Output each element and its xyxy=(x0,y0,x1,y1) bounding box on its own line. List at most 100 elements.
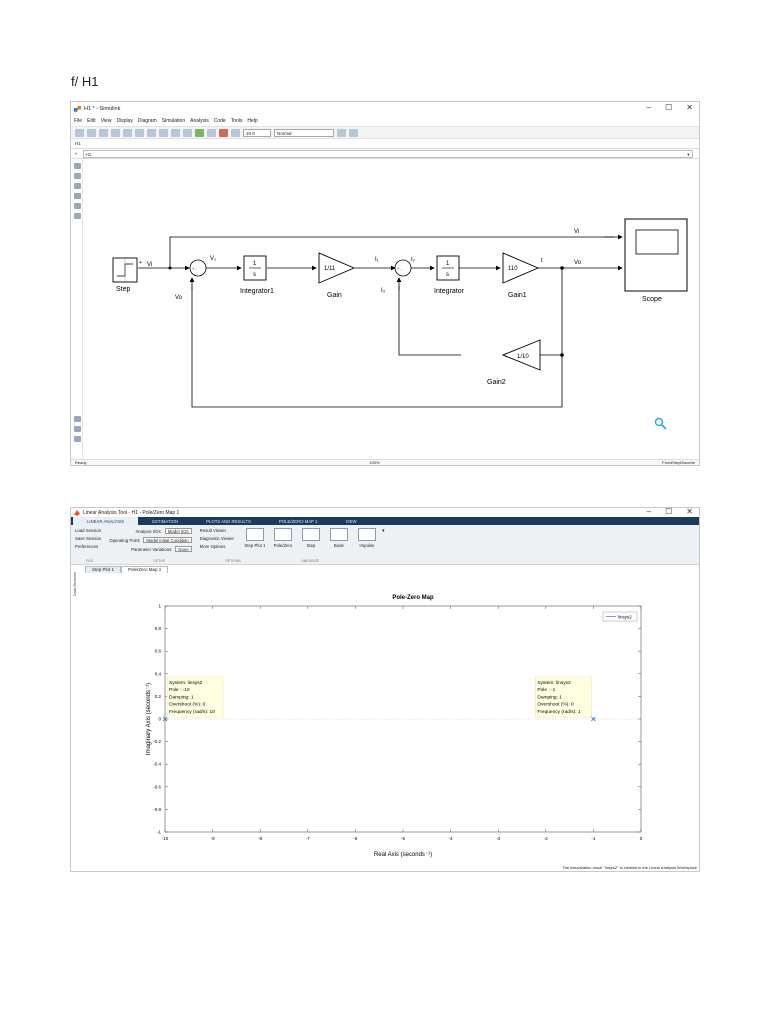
operating-point-select[interactable]: Model Initial Condition xyxy=(143,537,192,543)
step-block[interactable] xyxy=(112,257,138,283)
window-controls: – ☐ ✕ xyxy=(647,103,693,112)
forward-icon[interactable] xyxy=(123,128,132,137)
param-var-select[interactable]: None xyxy=(175,546,192,552)
y-tick-label: 0.8 xyxy=(155,626,162,631)
screenshot-icon[interactable] xyxy=(74,416,81,422)
signal-i1: I₁ xyxy=(375,257,379,263)
step-plot-1-button[interactable]: Step Plot 1 xyxy=(242,528,268,548)
result-viewer-checkbox[interactable]: Result Viewer xyxy=(200,528,234,533)
scope-icon[interactable] xyxy=(231,128,240,137)
fit-view-icon[interactable] xyxy=(74,173,81,179)
library-browser-icon[interactable] xyxy=(75,128,84,137)
integrator1-den: s xyxy=(253,272,256,278)
area-icon[interactable] xyxy=(74,213,81,219)
maximize-button[interactable]: ☐ xyxy=(665,103,672,112)
tab-linear-analysis[interactable]: LINEAR ANALYSIS xyxy=(73,517,139,525)
step-back-icon[interactable] xyxy=(183,128,192,137)
settings-icon[interactable] xyxy=(159,128,168,137)
param-var-label: Parameter Variations: xyxy=(131,546,173,552)
zoom-icon[interactable] xyxy=(74,163,81,169)
stop-icon[interactable] xyxy=(219,128,228,137)
grid-icon[interactable] xyxy=(171,128,180,137)
pole-zero-plot[interactable]: Pole-Zero Map -10 -9 -8 -7 -6 -5 -4 -3 -2 -1 0 -1-… xyxy=(83,575,700,865)
layout-icon[interactable] xyxy=(349,128,358,137)
doc-tab-pole-zero-map[interactable]: Pole/Zero Map 1 xyxy=(121,566,169,573)
model-config-icon[interactable] xyxy=(147,128,156,137)
menu-help[interactable]: Help xyxy=(247,118,257,124)
legend[interactable]: linsys2 xyxy=(602,611,638,622)
lti-maximize-button[interactable]: ☐ xyxy=(665,508,672,516)
tab-estimation[interactable]: ESTIMATION xyxy=(138,517,192,525)
menu-display[interactable]: Display xyxy=(116,118,132,124)
menu-code[interactable]: Code xyxy=(214,118,226,124)
palette-sidebar xyxy=(71,160,83,460)
image-icon[interactable] xyxy=(74,203,81,209)
close-button[interactable]: ✕ xyxy=(686,103,693,112)
arrow-icon[interactable] xyxy=(74,183,81,189)
menu-file[interactable]: File xyxy=(74,118,82,124)
datatip[interactable]: System: linsys2Pole : -10Damping: 1 Overs… xyxy=(166,676,224,718)
lti-close-button[interactable]: ✕ xyxy=(686,508,693,516)
diagnostic-viewer-checkbox[interactable]: Diagnostic Viewer xyxy=(200,536,234,541)
y-tick-label: 0 xyxy=(158,717,161,722)
gain1-value: 110 xyxy=(508,266,518,272)
preferences-button[interactable]: Preferences xyxy=(75,544,101,549)
x-tick-label: 0 xyxy=(640,836,643,841)
tab-view[interactable]: VIEW xyxy=(332,517,371,525)
step-plot-1-label: Step Plot 1 xyxy=(244,543,266,548)
run-icon[interactable] xyxy=(195,128,204,137)
impulse-button[interactable]: Impulse xyxy=(354,528,380,548)
expand-sidebar-icon[interactable] xyxy=(74,436,81,442)
step-icon xyxy=(301,528,320,541)
step-forward-icon[interactable] xyxy=(207,128,216,137)
build-icon[interactable] xyxy=(337,128,346,137)
step-label: Step xyxy=(306,543,316,548)
scope-label: Scope xyxy=(642,296,662,303)
tab-pole-zero-map[interactable]: POLE/ZERO MAP 1 xyxy=(265,517,332,525)
save-session-button[interactable]: Save Session xyxy=(75,536,101,541)
back-icon[interactable] xyxy=(111,128,120,137)
gain2-value: 1/10 xyxy=(517,354,529,360)
stop-time-input[interactable]: 10.0 xyxy=(243,128,271,137)
x-tick-label: -7 xyxy=(306,836,310,841)
model-explorer-icon[interactable] xyxy=(74,426,81,432)
sim-mode-select[interactable]: Normal xyxy=(274,128,334,137)
simulink-statusbar: Ready 100% FixedStepDiscrete xyxy=(71,459,699,465)
hide-browser-icon[interactable]: « xyxy=(75,151,78,156)
up-icon[interactable] xyxy=(135,128,144,137)
x-axis-label: Real Axis (seconds⁻¹) xyxy=(374,852,432,858)
bode-button[interactable]: Bode xyxy=(326,528,352,548)
lti-minimize-button[interactable]: – xyxy=(647,508,651,516)
menu-view[interactable]: View xyxy=(101,118,112,124)
lti-titlebar: Linear Analysis Tool - H1 - Pole/Zero Ma… xyxy=(71,508,699,517)
pole-zero-button[interactable]: Pole/Zero xyxy=(270,528,296,548)
menu-edit[interactable]: Edit xyxy=(87,118,96,124)
gain2-label: Gain2 xyxy=(487,379,506,386)
impulse-icon xyxy=(357,528,376,541)
open-icon[interactable] xyxy=(87,128,96,137)
load-session-button[interactable]: Load Session xyxy=(75,528,101,533)
save-icon[interactable] xyxy=(99,128,108,137)
tab-plots-and-results[interactable]: PLOTS AND RESULTS xyxy=(192,517,265,525)
status-ready: Ready xyxy=(75,460,87,465)
datatip[interactable]: System: linsys2Pole : -1Damping: 1 Oversh… xyxy=(535,676,592,718)
analysis-ios-select[interactable]: Model I/Os xyxy=(164,528,192,534)
menu-analysis[interactable]: Analysis xyxy=(190,118,209,124)
more-options-button[interactable]: More Options xyxy=(200,544,234,549)
step-button[interactable]: Step xyxy=(298,528,324,548)
minimize-button[interactable]: – xyxy=(647,103,651,112)
annotation-icon[interactable] xyxy=(74,193,81,199)
x-tick-label: -8 xyxy=(258,836,262,841)
menu-diagram[interactable]: Diagram xyxy=(138,118,157,124)
doc-tab-step-plot[interactable]: Step Plot 1 xyxy=(85,566,122,573)
search-icon[interactable] xyxy=(654,417,667,430)
data-browser-dock[interactable]: Data Browser xyxy=(72,572,80,596)
menu-tools[interactable]: Tools xyxy=(231,118,243,124)
model-path-input[interactable]: H1 ▾ xyxy=(82,149,693,158)
model-browser-crumb[interactable]: H1 xyxy=(71,139,699,148)
scope-block[interactable] xyxy=(624,218,688,292)
menu-simulation[interactable]: Simulation xyxy=(162,118,185,124)
block-diagram-canvas[interactable]: Step + Vi + - V₁ Vo 1 s Integrator1 1/11… xyxy=(84,160,699,460)
more-plots-chevron-icon[interactable]: ▾ xyxy=(382,528,385,534)
chevron-down-icon[interactable]: ▾ xyxy=(687,151,689,158)
